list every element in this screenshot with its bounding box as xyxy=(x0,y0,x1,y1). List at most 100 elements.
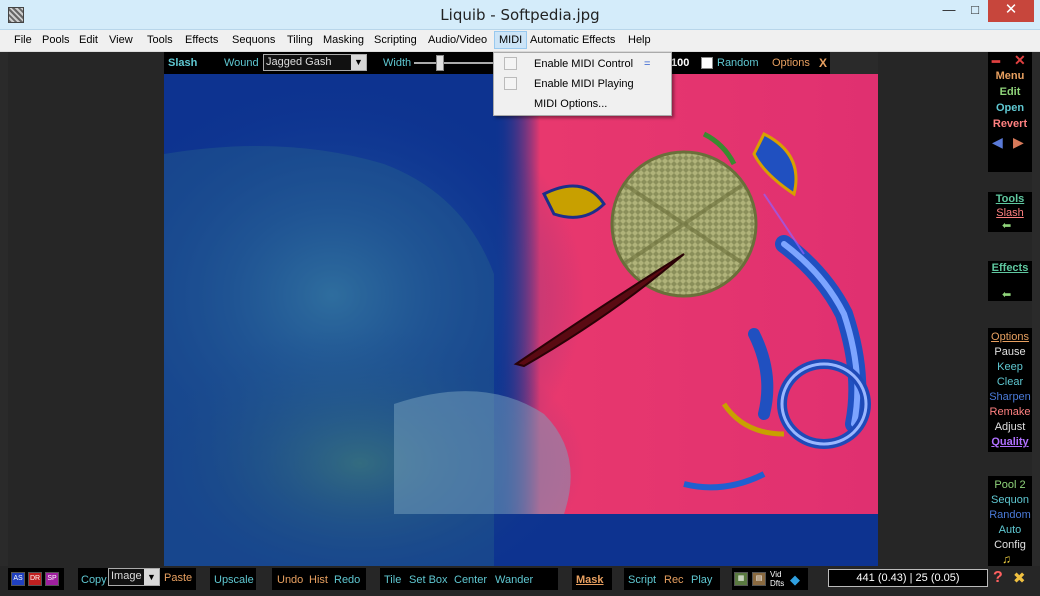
title-bar: Liquib - Softpedia.jpg — □ ✕ xyxy=(0,0,1040,30)
sequon-button[interactable]: Sequon xyxy=(988,494,1032,506)
music-note-icon[interactable]: ♫ xyxy=(1002,552,1011,566)
tools-cross-icon[interactable]: ✖ xyxy=(1013,569,1026,587)
pool-button[interactable]: Pool 2 xyxy=(988,479,1032,491)
right-control-panel: ━ ✕ Menu Edit Open Revert ◀ ▶ Tools Slas… xyxy=(988,52,1032,566)
menu-item-midi-options[interactable]: MIDI Options... xyxy=(534,98,607,110)
edit-button[interactable]: Edit xyxy=(988,86,1032,98)
help-icon[interactable]: ? xyxy=(993,569,1003,587)
menu-help[interactable]: Help xyxy=(628,34,651,46)
dropdown-arrow-icon[interactable]: ▼ xyxy=(351,55,366,70)
close-button[interactable]: ✕ xyxy=(988,0,1034,22)
menu-bar: File Pools Edit View Tools Effects Sequo… xyxy=(0,30,1040,52)
pause-button[interactable]: Pause xyxy=(988,346,1032,358)
image-canvas[interactable] xyxy=(164,74,878,566)
paste-button[interactable]: Paste xyxy=(164,572,192,584)
tile-button[interactable]: Tile xyxy=(384,574,401,586)
coordinates-readout: 441 (0.43) | 25 (0.05) xyxy=(828,569,988,587)
maximize-button[interactable]: □ xyxy=(962,0,988,22)
as-icon[interactable]: AS xyxy=(11,572,25,586)
mask-block: Mask xyxy=(572,568,612,590)
menu-midi[interactable]: MIDI xyxy=(494,31,528,49)
rec-button[interactable]: Rec xyxy=(664,574,684,586)
pool-block: Pool 2 Sequon Random Auto Config ♫ xyxy=(988,476,1032,566)
enable-midi-playing-checkbox[interactable] xyxy=(504,77,517,90)
adjust-button[interactable]: Adjust xyxy=(988,421,1032,433)
effects-back-arrow-icon[interactable]: ⬅ xyxy=(1002,288,1011,301)
menu-tools[interactable]: Tools xyxy=(147,34,173,46)
enable-midi-control-checkbox[interactable] xyxy=(504,57,517,70)
wound-label: Wound xyxy=(224,57,259,69)
effects-button[interactable]: Effects xyxy=(988,262,1032,274)
minimize-panel-icon[interactable]: ━ xyxy=(992,54,1000,70)
tools-button[interactable]: Tools xyxy=(988,193,1032,205)
menu-sequons[interactable]: Sequons xyxy=(232,34,275,46)
undo-button[interactable]: Undo xyxy=(277,574,303,586)
effects-block: Effects ⬅ xyxy=(988,261,1032,301)
mask-button[interactable]: Mask xyxy=(576,574,604,586)
hist-button[interactable]: Hist xyxy=(309,574,328,586)
image-icon[interactable]: ▦ xyxy=(734,572,748,586)
width-slider-thumb[interactable] xyxy=(436,55,444,71)
vid-dfts-icon[interactable]: Vid Dfts xyxy=(770,570,784,588)
forward-arrow-icon[interactable]: ▶ xyxy=(1013,134,1024,151)
copy-button[interactable]: Copy xyxy=(81,574,107,586)
width-slider-track[interactable] xyxy=(414,62,494,64)
auto-button[interactable]: Auto xyxy=(988,524,1032,536)
close-panel-icon[interactable]: ✕ xyxy=(1014,52,1026,69)
left-margin xyxy=(8,52,164,566)
random-label: Random xyxy=(717,57,759,69)
slash-tool-button[interactable]: Slash xyxy=(988,207,1032,219)
script-button[interactable]: Script xyxy=(628,574,656,586)
menu-file[interactable]: File xyxy=(14,34,32,46)
dr-icon[interactable]: DR xyxy=(28,572,42,586)
tools-block: Tools Slash ⬅ xyxy=(988,192,1032,232)
menu-item-enable-midi-playing[interactable]: Enable MIDI Playing xyxy=(534,78,634,90)
menu-item-enable-midi-control[interactable]: Enable MIDI Control xyxy=(534,58,633,70)
revert-button[interactable]: Revert xyxy=(988,118,1032,130)
menu-view[interactable]: View xyxy=(109,34,133,46)
window-title: Liquib - Softpedia.jpg xyxy=(440,6,600,24)
menu-button[interactable]: Menu xyxy=(988,70,1032,82)
wander-button[interactable]: Wander xyxy=(495,574,533,586)
tools-back-arrow-icon[interactable]: ⬅ xyxy=(1002,219,1011,232)
random-checkbox[interactable] xyxy=(701,57,713,69)
config-button[interactable]: Config xyxy=(988,539,1032,551)
menu-edit[interactable]: Edit xyxy=(79,34,98,46)
menu-effects[interactable]: Effects xyxy=(185,34,218,46)
minimize-button[interactable]: — xyxy=(936,0,962,22)
options-link[interactable]: Options xyxy=(772,57,810,69)
clear-button[interactable]: Clear xyxy=(988,376,1032,388)
width-label: Width xyxy=(383,57,412,69)
open-button[interactable]: Open xyxy=(988,102,1032,114)
menu-scripting[interactable]: Scripting xyxy=(374,34,417,46)
menu-automatic-effects[interactable]: Automatic Effects xyxy=(530,34,615,46)
options-block: Options Pause Keep Clear Sharpen Remake … xyxy=(988,328,1032,452)
play-button[interactable]: Play xyxy=(691,574,712,586)
upscale-block: Upscale xyxy=(210,568,256,590)
menu-audio-video[interactable]: Audio/Video xyxy=(428,34,487,46)
remake-button[interactable]: Remake xyxy=(988,406,1032,418)
midi-dropdown-menu: Enable MIDI Control = Enable MIDI Playin… xyxy=(493,52,672,116)
options-button[interactable]: Options xyxy=(988,331,1032,343)
random-button[interactable]: Random xyxy=(988,509,1032,521)
photo-icon[interactable]: ▤ xyxy=(752,572,766,586)
close-strip-button[interactable]: X xyxy=(819,56,827,70)
quality-button[interactable]: Quality xyxy=(988,436,1032,448)
center-button[interactable]: Center xyxy=(454,574,487,586)
quick-icons-block: AS DR SP xyxy=(8,568,64,590)
menu-tiling[interactable]: Tiling xyxy=(287,34,313,46)
sharpen-button[interactable]: Sharpen xyxy=(988,391,1032,403)
upscale-button[interactable]: Upscale xyxy=(214,574,254,586)
copy-dropdown-arrow-icon[interactable]: ▼ xyxy=(144,569,159,585)
sp-icon[interactable]: SP xyxy=(45,572,59,586)
diamond-icon[interactable]: ◆ xyxy=(790,572,800,588)
set-box-button[interactable]: Set Box xyxy=(409,574,448,586)
menu-masking[interactable]: Masking xyxy=(323,34,364,46)
menu-pools[interactable]: Pools xyxy=(42,34,70,46)
wound-select[interactable]: Jagged Gash ▼ xyxy=(263,54,367,71)
copy-target-select[interactable]: Image ▼ xyxy=(108,568,160,586)
history-block: Undo Hist Redo xyxy=(272,568,366,590)
keep-button[interactable]: Keep xyxy=(988,361,1032,373)
redo-button[interactable]: Redo xyxy=(334,574,360,586)
back-arrow-icon[interactable]: ◀ xyxy=(992,134,1003,151)
